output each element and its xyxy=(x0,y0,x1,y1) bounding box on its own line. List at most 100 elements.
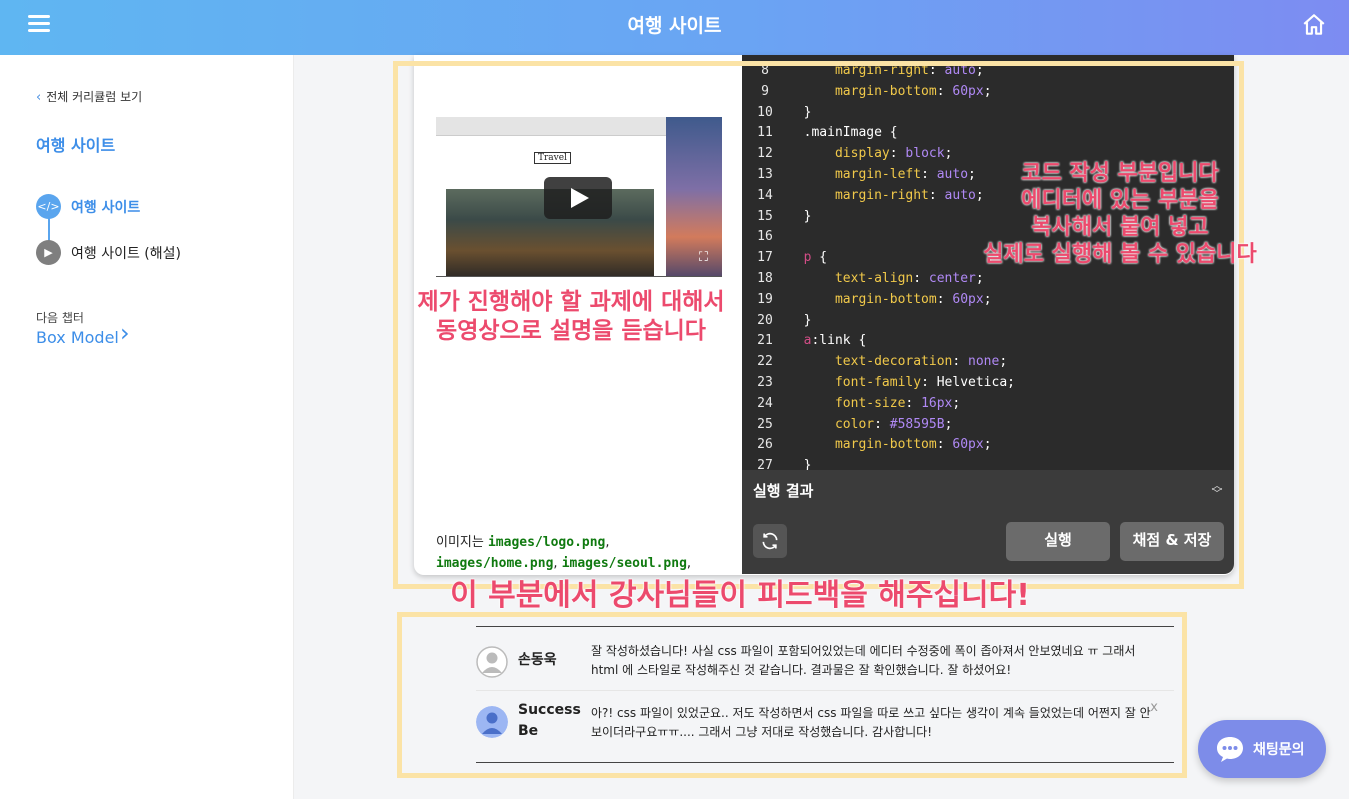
file-name: images/home.png xyxy=(436,556,554,571)
line-number: 21 xyxy=(757,333,773,349)
next-chapter-title: Box Model xyxy=(36,328,119,347)
divider xyxy=(476,690,1174,691)
separator: , xyxy=(553,556,558,571)
code-annotation-line: 실제로 실행해 볼 수 있습니다 xyxy=(983,242,1257,267)
page-title: 여행 사이트 xyxy=(627,15,722,37)
comment-author: 손동욱 xyxy=(518,652,557,668)
code-line[interactable]: 11 .mainImage { xyxy=(742,122,897,143)
code-annotation-line: 에디터에 있는 부분을 xyxy=(1021,188,1219,213)
chat-bubble-icon xyxy=(1217,737,1243,762)
code-line[interactable]: 13 margin-left: auto; xyxy=(742,164,976,185)
line-number: 8 xyxy=(761,63,769,78)
code-line[interactable]: 10 } xyxy=(742,102,811,123)
video-baseline xyxy=(436,276,722,277)
lesson-label: 여행 사이트 xyxy=(71,199,141,216)
back-link-label: 전체 커리큘럼 보기 xyxy=(46,90,143,104)
line-number: 25 xyxy=(757,416,773,432)
code-line[interactable]: 23 font-family: Helvetica; xyxy=(742,372,1015,393)
code-line[interactable]: 14 margin-right: auto; xyxy=(742,185,984,206)
chevron-right-icon: › xyxy=(120,319,130,347)
line-number: 12 xyxy=(757,146,773,162)
video-annotation: 제가 진행해야 할 과제에 대해서 동영상으로 설명을 듣습니다 xyxy=(400,288,742,346)
code-line[interactable]: 27 } xyxy=(742,455,811,470)
line-number: 10 xyxy=(757,104,773,120)
feedback-annotation: 이 부분에서 강사님들이 피드백을 해주십니다! xyxy=(450,578,1030,613)
result-panel: 실행 결과 ︿ ﹀ 실행 채점 & 저장 xyxy=(742,470,1234,574)
home-icon[interactable] xyxy=(1301,12,1327,38)
comments-highlight-box xyxy=(397,612,1187,778)
desktop-wallpaper xyxy=(666,117,722,277)
separator: , xyxy=(605,535,610,550)
code-line[interactable]: 18 text-align: center; xyxy=(742,268,984,289)
code-annotation: 코드 작성 부분입니다 에디터에 있는 부분을 복사해서 붙여 넣고 실제로 실… xyxy=(962,160,1278,268)
code-icon: </> xyxy=(36,194,61,219)
line-number: 14 xyxy=(757,187,773,203)
expand-toggle-icon[interactable]: ︿ ﹀ xyxy=(1210,480,1224,500)
separator: , xyxy=(686,556,692,571)
code-line[interactable]: 26 margin-bottom: 60px; xyxy=(742,434,991,455)
travel-logo: Travel xyxy=(534,152,571,164)
fullscreen-icon[interactable]: ⛶ xyxy=(699,250,708,265)
code-line[interactable]: 17 p { xyxy=(742,247,827,268)
line-number: 19 xyxy=(757,291,773,307)
code-line[interactable]: 12 display: block; xyxy=(742,143,952,164)
line-number: 20 xyxy=(757,312,773,328)
lesson-video[interactable]: Travel ⛶ xyxy=(436,117,722,277)
code-line[interactable]: 25 color: #58595B; xyxy=(742,414,952,435)
comment-text: 아?! css 파일이 있었군요.. 저도 작성하면서 css 파일을 따로 쓰… xyxy=(591,706,1151,739)
result-title: 실행 결과 xyxy=(753,482,814,500)
line-number: 13 xyxy=(757,167,773,182)
grade-and-save-button[interactable]: 채점 & 저장 xyxy=(1120,522,1224,561)
back-to-curriculum-link[interactable]: ‹ 전체 커리큘럼 보기 xyxy=(36,88,142,105)
line-number: 9 xyxy=(761,83,769,99)
close-icon[interactable]: x xyxy=(1150,700,1158,715)
line-number: 17 xyxy=(757,250,773,266)
reset-button[interactable] xyxy=(753,524,787,558)
next-chapter-caption: 다음 챕터 xyxy=(36,311,84,325)
lesson-label: 여행 사이트 (해설) xyxy=(71,245,181,262)
browser-chrome xyxy=(436,117,666,136)
top-header: 여행 사이트 xyxy=(0,0,1349,55)
code-line[interactable]: 16 xyxy=(742,226,804,247)
file-name: images/seoul.png xyxy=(561,556,687,571)
play-button[interactable] xyxy=(544,177,612,219)
default-avatar-icon xyxy=(476,646,508,678)
code-line[interactable]: 20 } xyxy=(742,310,811,331)
line-number: 23 xyxy=(757,375,773,390)
run-button[interactable]: 실행 xyxy=(1006,522,1110,561)
line-number: 22 xyxy=(757,354,773,370)
code-line[interactable]: 22 text-decoration: none; xyxy=(742,351,1007,372)
divider xyxy=(476,626,1174,627)
line-number: 11 xyxy=(757,125,773,141)
line-number: 26 xyxy=(757,437,773,453)
lesson-item-travel-site[interactable]: </> 여행 사이트 xyxy=(36,194,140,219)
video-annotation-line: 제가 진행해야 할 과제에 대해서 xyxy=(417,289,725,315)
lesson-item-travel-site-solution[interactable]: ▶ 여행 사이트 (해설) xyxy=(36,240,181,265)
code-annotation-line: 코드 작성 부분입니다 xyxy=(1021,161,1219,186)
code-line[interactable]: 21 a:link { xyxy=(742,330,866,351)
play-icon: ▶ xyxy=(36,240,61,265)
course-title: 여행 사이트 xyxy=(36,136,116,155)
code-annotation-line: 복사해서 붙여 넣고 xyxy=(1031,215,1209,240)
sidebar: ‹ 전체 커리큘럼 보기 여행 사이트 </> 여행 사이트 ▶ 여행 사이트 (… xyxy=(0,55,293,799)
refresh-icon xyxy=(762,532,778,550)
chevron-left-icon: ‹ xyxy=(36,90,42,105)
comment-text: 잘 작성하셨습니다! 사실 css 파일이 포함되어있었는데 에디터 수정중에 … xyxy=(591,644,1136,677)
line-number: 27 xyxy=(757,458,773,470)
description-prefix: 이미지는 xyxy=(436,535,488,550)
code-line[interactable]: 19 margin-bottom: 60px; xyxy=(742,289,991,310)
code-line[interactable]: 15 } xyxy=(742,206,811,227)
exercise-description: 이미지는 images/logo.png, images/home.png, i… xyxy=(436,532,736,574)
file-name: images/logo.png xyxy=(487,535,606,550)
next-chapter-link[interactable]: 다음 챕터 Box Model › xyxy=(36,309,130,347)
user-avatar-icon xyxy=(476,706,508,738)
code-line[interactable]: 8 margin-right: auto; xyxy=(742,60,984,81)
code-line[interactable]: 9 margin-bottom: 60px; xyxy=(742,81,991,102)
line-number: 18 xyxy=(757,271,773,286)
chat-inquiry-button[interactable]: 채팅문의 xyxy=(1198,720,1326,778)
divider xyxy=(476,762,1174,763)
chat-label: 채팅문의 xyxy=(1253,742,1305,758)
line-number: 15 xyxy=(757,208,773,224)
line-number: 24 xyxy=(757,395,773,411)
code-line[interactable]: 24 font-size: 16px; xyxy=(742,393,960,414)
